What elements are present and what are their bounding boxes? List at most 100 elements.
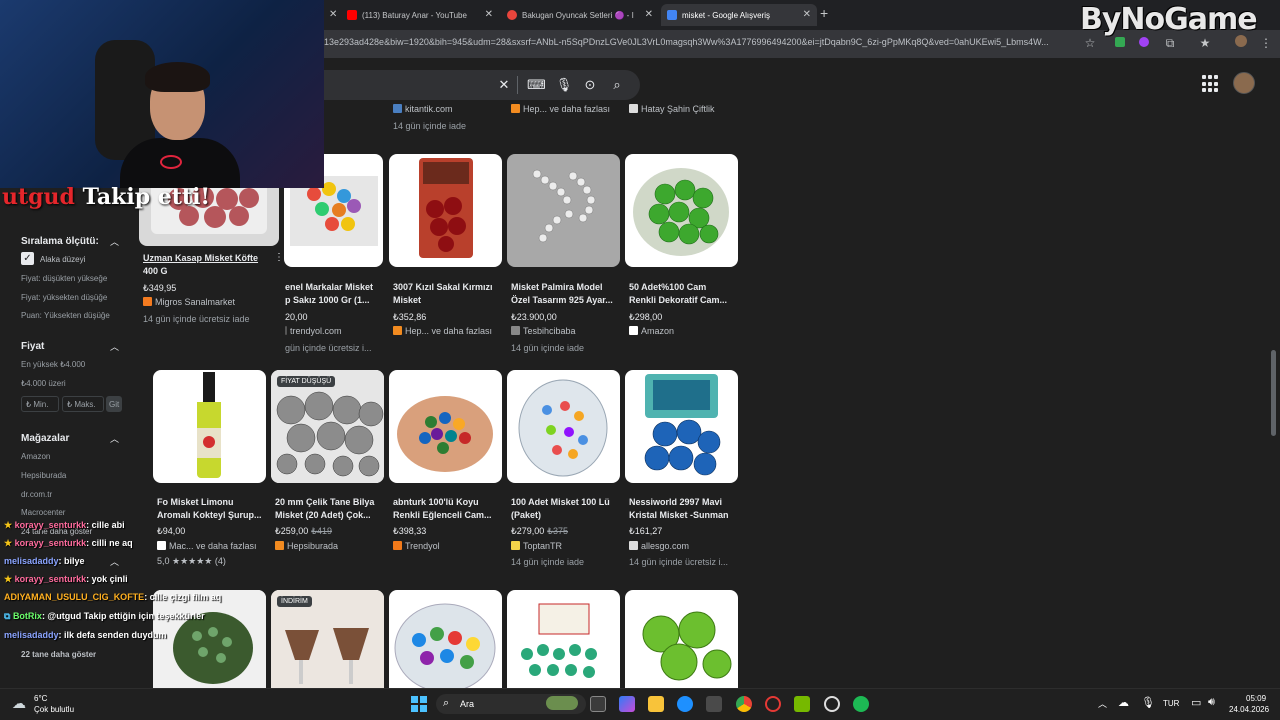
store-option-hepsiburada[interactable]: Hepsiburada	[21, 471, 66, 480]
spotify-icon[interactable]	[853, 696, 869, 712]
sort-option-relevance[interactable]: Alaka düzeyi	[40, 255, 85, 264]
product-image[interactable]	[389, 370, 502, 483]
price-option-over[interactable]: ₺4.000 üzeri	[21, 379, 66, 388]
product-image[interactable]	[389, 590, 502, 688]
store-option-dr[interactable]: dr.com.tr	[21, 490, 52, 499]
scrollbar[interactable]	[1271, 350, 1276, 436]
microphone-icon[interactable]: 🎙︎	[1141, 696, 1155, 709]
sort-option-price-asc[interactable]: Fiyat: düşükten yükseğe	[21, 274, 107, 283]
product-title[interactable]: Uzman Kasap Misket Köfte	[143, 252, 261, 265]
chevron-up-icon[interactable]: ︿	[110, 235, 119, 248]
keyboard-icon[interactable]: ⌨	[527, 76, 546, 94]
checkbox-checked-icon[interactable]: ✓	[21, 252, 34, 265]
product-image[interactable]	[153, 590, 266, 688]
microphone-icon[interactable]: 🎙︎	[555, 76, 573, 94]
store-option-amazon[interactable]: Amazon	[21, 452, 50, 461]
chrome-icon[interactable]	[736, 696, 752, 712]
chevron-up-icon[interactable]: ︿	[110, 555, 119, 568]
product-image[interactable]	[507, 370, 620, 483]
sort-option-rating[interactable]: Puan: Yüksekten düşüğe	[21, 311, 110, 320]
star-bookmark-icon[interactable]: ☆	[1082, 35, 1098, 51]
url-field[interactable]: 13e293ad428e&biw=1920&bih=945&udm=28&sxs…	[324, 37, 1049, 47]
product-image[interactable]	[625, 590, 738, 688]
product-image[interactable]	[625, 154, 738, 267]
tab-google-shopping[interactable]: misket - Google Alışveriş ✕	[661, 4, 817, 26]
product-image[interactable]	[507, 154, 620, 267]
product-image[interactable]	[507, 590, 620, 688]
opera-gx-icon[interactable]	[765, 696, 781, 712]
apps-grid-icon[interactable]	[1202, 75, 1220, 93]
product-title[interactable]: Misket (20 Adet) Çok...	[275, 509, 393, 522]
new-tab-button[interactable]: +	[820, 5, 828, 21]
star-icon[interactable]: ★	[1197, 35, 1213, 51]
volume-icon[interactable]: 🔊︎	[1208, 696, 1215, 709]
product-title[interactable]: 100 Adet Misket 100 Lü	[511, 496, 629, 509]
onedrive-cloud-icon[interactable]: ☁	[1118, 696, 1129, 709]
product-title[interactable]: (Paket)	[511, 509, 629, 522]
more-options-icon[interactable]: ⋮	[274, 252, 284, 263]
product-store: ToptanTR	[511, 541, 631, 551]
tab-youtube[interactable]: (113) Baturay Anar - YouTube ✕	[341, 4, 499, 26]
product-title[interactable]: Özel Tasarım 925 Ayar...	[511, 294, 629, 307]
product-title[interactable]: abnturk 100'lü Koyu	[393, 496, 511, 509]
product-title[interactable]: Renkli Dekoratif Cam...	[629, 294, 747, 307]
chevron-up-icon[interactable]: ︿	[110, 432, 119, 445]
copilot-icon[interactable]	[619, 696, 635, 712]
tab-bakugan[interactable]: Bakugan Oyuncak Setleri 🟣 - I ✕	[501, 4, 659, 26]
puzzle-icon[interactable]: ⧉	[1162, 35, 1178, 51]
product-image[interactable]	[625, 370, 738, 483]
close-icon[interactable]: ✕	[329, 9, 337, 20]
clear-icon[interactable]: ✕	[495, 76, 513, 94]
product-title[interactable]: 400 G	[143, 265, 261, 278]
sort-option-price-desc[interactable]: Fiyat: yüksekten düşüğe	[21, 293, 107, 302]
weather-desc[interactable]: Çok bulutlu	[34, 705, 74, 714]
chevron-up-icon[interactable]: ︿	[1098, 697, 1107, 710]
product-title[interactable]: enel Markalar Misket	[285, 281, 380, 294]
product-title[interactable]: Fo Misket Limonu	[157, 496, 275, 509]
close-icon[interactable]: ✕	[803, 9, 811, 20]
price-option-max[interactable]: En yüksek ₺4.000	[21, 360, 85, 369]
show-more-button[interactable]: 22 tane daha göster	[21, 650, 96, 659]
clock-date[interactable]: 24.04.2026	[1229, 705, 1269, 714]
product-image[interactable]: İNDİRİM	[271, 590, 384, 688]
extension-icon[interactable]	[1112, 35, 1128, 51]
nvidia-icon[interactable]	[794, 696, 810, 712]
product-title[interactable]: Misket	[393, 294, 511, 307]
product-title[interactable]: Renkli Eğlenceli Cam...	[393, 509, 511, 522]
weather-cloud-icon[interactable]: ☁	[12, 695, 26, 712]
product-title[interactable]: Kristal Misket -Sunman	[629, 509, 747, 522]
product-title[interactable]: 50 Adet%100 Cam	[629, 281, 747, 294]
obs-icon[interactable]	[824, 696, 840, 712]
product-image[interactable]: FİYAT DÜŞÜŞÜ	[271, 370, 384, 483]
go-button[interactable]: Git	[106, 396, 122, 412]
search-icon[interactable]: ⌕	[608, 76, 626, 94]
profile-icon[interactable]	[1233, 35, 1249, 51]
product-title[interactable]: Aromalı Kokteyl Şurup...	[157, 509, 275, 522]
close-icon[interactable]: ✕	[485, 9, 493, 20]
lens-icon[interactable]: ⊙	[581, 76, 599, 94]
product-image[interactable]	[153, 370, 266, 483]
product-title[interactable]: 20 mm Çelik Tane Bilya	[275, 496, 393, 509]
extension-icon[interactable]	[1136, 35, 1152, 51]
product-title[interactable]: p Sakız 1000 Gr (1...	[285, 294, 380, 307]
network-icon[interactable]: ▭	[1191, 696, 1201, 709]
max-price-input[interactable]: ₺ Maks.	[62, 396, 104, 412]
product-title[interactable]: 3007 Kızıl Sakal Kırmızı	[393, 281, 511, 294]
windows-start-icon[interactable]	[411, 696, 427, 712]
store-icon[interactable]	[706, 696, 722, 712]
avatar[interactable]	[1233, 72, 1255, 94]
menu-icon[interactable]: ⋮	[1258, 35, 1274, 51]
store-option-macrocenter[interactable]: Macrocenter	[21, 508, 65, 517]
file-explorer-icon[interactable]	[648, 696, 664, 712]
close-icon[interactable]: ✕	[645, 9, 653, 20]
chevron-up-icon[interactable]: ︿	[110, 340, 119, 353]
language-indicator[interactable]: TUR	[1163, 699, 1179, 708]
product-image[interactable]	[389, 154, 502, 267]
weather-temp[interactable]: 6°C	[34, 694, 47, 703]
task-view-icon[interactable]	[590, 696, 606, 712]
edge-icon[interactable]	[677, 696, 693, 712]
min-price-input[interactable]: ₺ Min.	[21, 396, 59, 412]
clock-time[interactable]: 05:09	[1246, 694, 1266, 703]
product-title[interactable]: Nessiworld 2997 Mavi	[629, 496, 747, 509]
product-title[interactable]: Misket Palmira Model	[511, 281, 629, 294]
